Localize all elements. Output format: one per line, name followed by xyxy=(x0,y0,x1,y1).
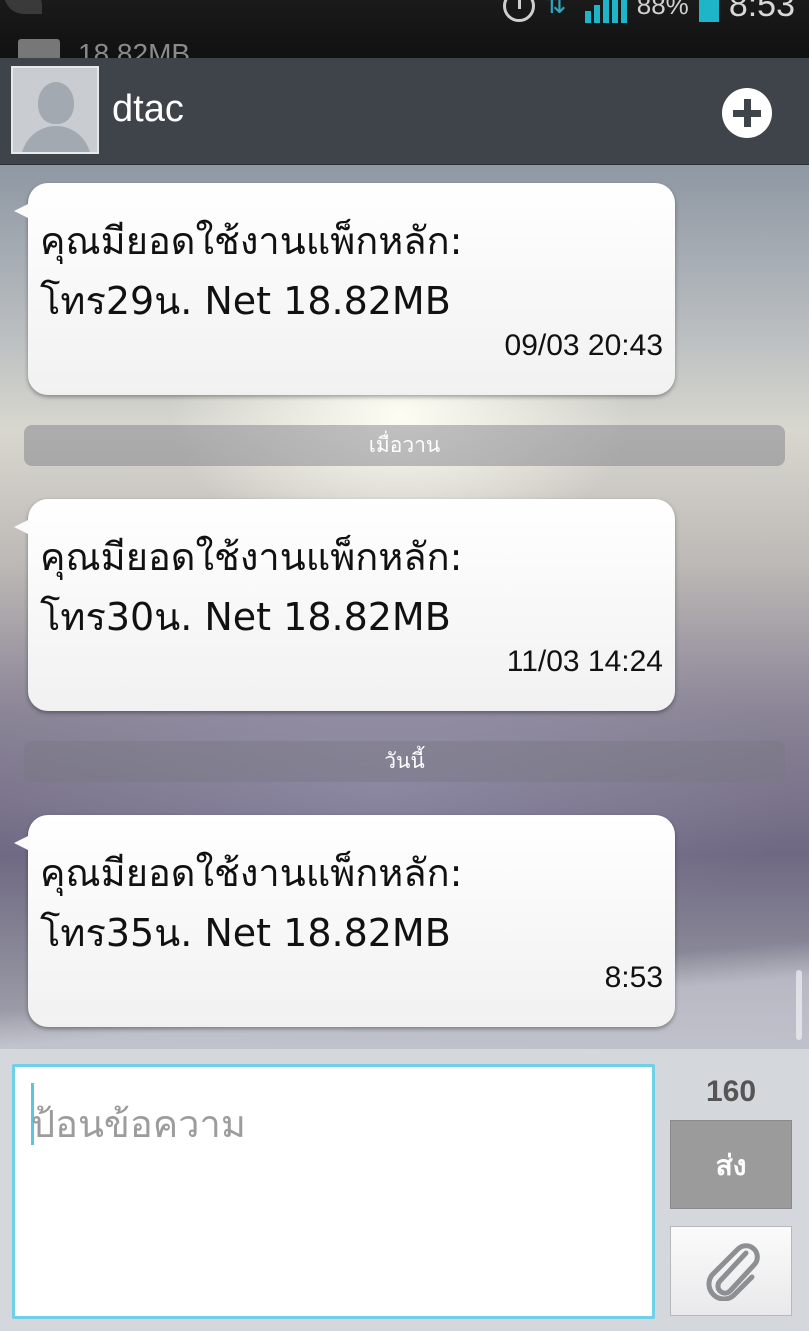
data-arrows-icon xyxy=(545,0,575,23)
dtac-notification-icon xyxy=(18,39,60,58)
message-bubble[interactable]: คุณมียอดใช้งานแพ็กหลัก: โทร29น. Net 18.8… xyxy=(14,183,675,395)
leaf-icon xyxy=(4,0,42,14)
plus-circle-icon[interactable] xyxy=(722,88,772,138)
status-time: 8:53 xyxy=(728,0,795,24)
signal-icon xyxy=(584,0,627,23)
default-contact-icon[interactable] xyxy=(11,66,99,154)
paperclip-icon xyxy=(706,1243,760,1301)
message-timestamp: 8:53 xyxy=(604,961,663,994)
message-timestamp: 11/03 14:24 xyxy=(506,645,663,678)
message-text: คุณมียอดใช้งานแพ็กหลัก: โทร29น. Net 18.8… xyxy=(40,219,463,323)
status-indicators: 88% 8:53 xyxy=(502,0,795,25)
date-divider: เมื่อวาน xyxy=(24,425,785,466)
message-timestamp: 09/03 20:43 xyxy=(504,329,663,362)
message-bubble[interactable]: คุณมียอดใช้งานแพ็กหลัก: โทร30น. Net 18.8… xyxy=(14,499,675,711)
message-list[interactable]: คุณมียอดใช้งานแพ็กหลัก: โทร29น. Net 18.8… xyxy=(0,165,809,1049)
character-counter: 160 xyxy=(705,1075,757,1108)
battery-icon xyxy=(698,0,719,22)
message-input[interactable]: ป้อนข้อความ xyxy=(12,1064,655,1319)
alarm-icon xyxy=(502,0,535,22)
message-bubble[interactable]: คุณมียอดใช้งานแพ็กหลัก: โทร35น. Net 18.8… xyxy=(14,815,675,1027)
scrollbar-thumb[interactable] xyxy=(796,970,802,1040)
message-input-placeholder: ป้อนข้อความ xyxy=(31,1102,246,1146)
conversation-header: dtac xyxy=(0,58,809,165)
notification-text: 18.82MB xyxy=(78,38,191,58)
attach-button[interactable] xyxy=(670,1226,792,1316)
battery-percent: 88% xyxy=(636,0,689,20)
date-divider: วันนี้ xyxy=(24,741,785,782)
message-text: คุณมียอดใช้งานแพ็กหลัก: โทร30น. Net 18.8… xyxy=(40,535,463,639)
status-bar: 18.82MB 88% 8:53 xyxy=(0,0,809,58)
compose-bar: ป้อนข้อความ 160 ส่ง xyxy=(0,1049,809,1331)
send-button[interactable]: ส่ง xyxy=(670,1120,792,1209)
message-text: คุณมียอดใช้งานแพ็กหลัก: โทร35น. Net 18.8… xyxy=(40,851,463,955)
status-notifications: 18.82MB xyxy=(18,38,190,58)
contact-name[interactable]: dtac xyxy=(112,88,184,131)
